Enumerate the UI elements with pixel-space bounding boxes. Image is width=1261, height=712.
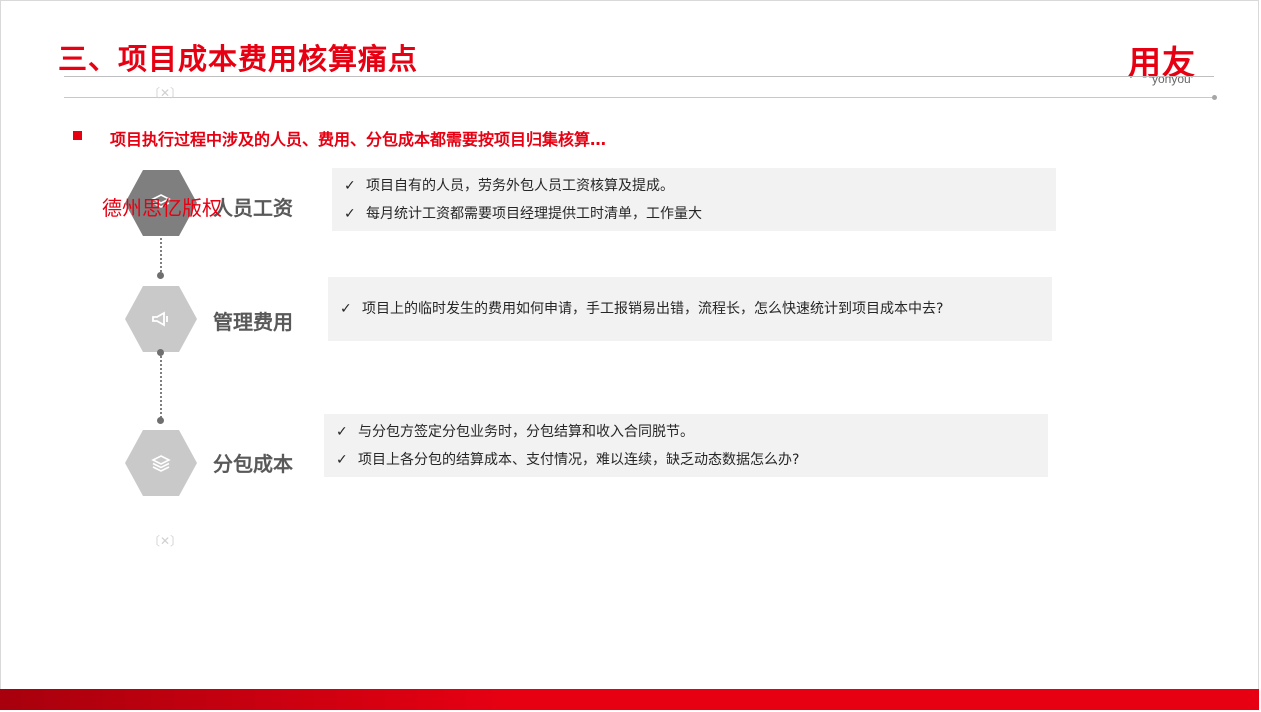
bullet-square-icon <box>73 131 82 140</box>
timeline-node <box>157 349 164 356</box>
pain-point-box-salary: ✓ 项目自有的人员，劳务外包人员工资核算及提成。 ✓ 每月统计工资都需要项目经理提供… <box>332 168 1056 231</box>
category-label-salary: 人员工资 <box>213 196 293 220</box>
pain-point-item: ✓ 项目上的临时发生的费用如何申请，手工报销易出错，流程长，怎么快速统计到项目成本… <box>340 295 1052 323</box>
faint-logo-mark-icon: 〔✕〕 <box>148 86 183 100</box>
pain-point-item: ✓ 项目上各分包的结算成本、支付情况，难以连续，缺乏动态数据怎么办? <box>336 446 1048 474</box>
slide-frame <box>0 0 1259 710</box>
pain-point-box-subcontract: ✓ 与分包方签定分包业务时，分包结算和收入合同脱节。 ✓ 项目上各分包的结算成本、支… <box>324 414 1048 477</box>
check-icon: ✓ <box>336 451 348 468</box>
timeline-connector <box>160 356 162 418</box>
check-icon: ✓ <box>344 177 356 194</box>
headline: 项目执行过程中涉及的人员、费用、分包成本都需要按项目归集核算… <box>110 130 607 149</box>
pain-point-item: ✓ 与分包方签定分包业务时，分包结算和收入合同脱节。 <box>336 418 1048 446</box>
pain-point-item: ✓ 项目自有的人员，劳务外包人员工资核算及提成。 <box>344 172 1056 200</box>
check-icon: ✓ <box>340 301 352 317</box>
pain-point-box-expense: ✓ 项目上的临时发生的费用如何申请，手工报销易出错，流程长，怎么快速统计到项目成本… <box>328 277 1052 341</box>
timeline-node <box>157 272 164 279</box>
category-label-expense: 管理费用 <box>213 310 293 334</box>
yonyou-logo-subtext: yonyou <box>1152 72 1191 86</box>
faint-logo-mark-icon: 〔✕〕 <box>148 534 183 548</box>
category-label-subcontract: 分包成本 <box>213 452 293 476</box>
check-icon: ✓ <box>336 423 348 440</box>
watermark-text: 德州思亿版权 <box>102 196 222 220</box>
footer-bar <box>0 689 1259 710</box>
title-rule <box>64 76 1214 77</box>
title-rule-lower <box>64 97 1214 98</box>
pain-point-item: ✓ 每月统计工资都需要项目经理提供工时清单，工作量大 <box>344 200 1056 228</box>
timeline-node <box>157 417 164 424</box>
slide-title: 三、项目成本费用核算痛点 <box>58 42 419 76</box>
rule-end-dot <box>1212 95 1217 100</box>
timeline-connector <box>160 238 162 276</box>
check-icon: ✓ <box>344 205 356 222</box>
